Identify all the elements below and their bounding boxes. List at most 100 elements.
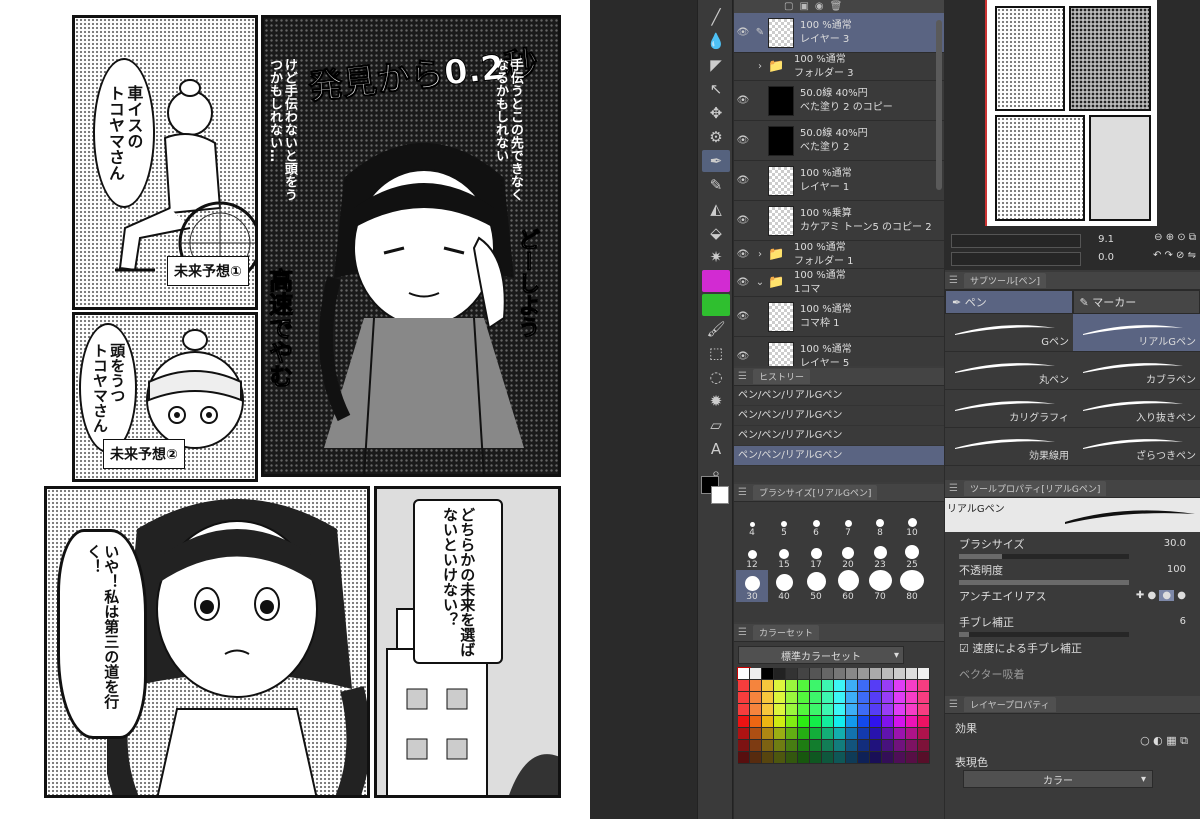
- color-swatch[interactable]: [834, 716, 846, 728]
- canvas-area[interactable]: 車イスの トコヤマさん 未来予想① 頭をうつ トコヤマさん 未来予想② 発見から…: [0, 0, 697, 819]
- color-swatch[interactable]: [810, 728, 822, 740]
- brush-size-option[interactable]: 15: [768, 538, 800, 570]
- color-swatch[interactable]: [774, 704, 786, 716]
- brush-size-option[interactable]: 20: [832, 538, 864, 570]
- tab-pen[interactable]: ✒ ペン: [945, 290, 1073, 314]
- color-swatch[interactable]: [906, 728, 918, 740]
- menu-icon[interactable]: ☰: [949, 699, 958, 710]
- color-swatch[interactable]: [894, 668, 906, 680]
- shape-icon[interactable]: ◤: [702, 54, 730, 76]
- color-swatch[interactable]: [870, 740, 882, 752]
- rotate-controls[interactable]: ↶ ↷ ⊘ ⇋: [1153, 250, 1196, 261]
- color-swatch[interactable]: [906, 752, 918, 764]
- color-swatch[interactable]: [798, 704, 810, 716]
- color-set-select[interactable]: 標準カラーセット ▾: [738, 646, 904, 664]
- color-swatch[interactable]: [786, 680, 798, 692]
- color-swatch[interactable]: [786, 716, 798, 728]
- opacity-bar[interactable]: [959, 580, 1129, 585]
- color-swatch[interactable]: [894, 740, 906, 752]
- opacity-row[interactable]: 不透明度 100: [945, 562, 1200, 588]
- layer-row[interactable]: 👁 100 %通常 コマ枠 1: [734, 297, 944, 337]
- brush-size-option[interactable]: 30: [736, 570, 768, 602]
- eye-icon[interactable]: 👁: [734, 277, 752, 288]
- subtool-item[interactable]: カブラペン: [1073, 352, 1200, 390]
- pen-icon[interactable]: ✒: [702, 150, 730, 172]
- subtool-item[interactable]: リアルGペン: [1073, 314, 1200, 352]
- color-swatch[interactable]: [798, 740, 810, 752]
- color-swatch[interactable]: [882, 692, 894, 704]
- color-swatch[interactable]: [786, 740, 798, 752]
- color-swatch[interactable]: [750, 692, 762, 704]
- eraser-icon[interactable]: ◭: [702, 198, 730, 220]
- menu-icon[interactable]: ☰: [738, 487, 747, 498]
- stabilization-row[interactable]: 手ブレ補正 6: [945, 614, 1200, 640]
- color-swatch[interactable]: [822, 680, 834, 692]
- brush-size-option[interactable]: 4: [736, 506, 768, 538]
- subtool-item[interactable]: カリグラフィ: [945, 390, 1073, 428]
- brush-size-option[interactable]: 7: [832, 506, 864, 538]
- eye-icon[interactable]: 👁: [734, 249, 752, 260]
- history-item[interactable]: ペン/ペン/リアルGペン: [734, 406, 944, 426]
- color-swatch[interactable]: [762, 692, 774, 704]
- color-swatch[interactable]: [894, 692, 906, 704]
- color-swatch[interactable]: [774, 752, 786, 764]
- color-mode-select[interactable]: カラー ▾: [963, 770, 1153, 788]
- color-swatch[interactable]: [870, 716, 882, 728]
- color-swatch[interactable]: [750, 716, 762, 728]
- color-set-tab[interactable]: カラーセット: [752, 625, 819, 640]
- color-swatch[interactable]: [810, 752, 822, 764]
- color-swatch[interactable]: [846, 728, 858, 740]
- color-swatch[interactable]: [834, 728, 846, 740]
- color-swatch[interactable]: [918, 704, 930, 716]
- color-swatch[interactable]: [858, 740, 870, 752]
- layer-row[interactable]: 👁›📁 100 %通常フォルダー 3: [734, 53, 944, 81]
- color-swatch[interactable]: [870, 752, 882, 764]
- brush-size-option[interactable]: 17: [800, 538, 832, 570]
- color-swatch[interactable]: [762, 680, 774, 692]
- color-swatch[interactable]: [738, 716, 750, 728]
- color-swatch[interactable]: [762, 704, 774, 716]
- eye-icon[interactable]: 👁: [734, 311, 752, 322]
- new-folder-icon[interactable]: ▣: [799, 1, 808, 12]
- color-swatch[interactable]: [774, 668, 786, 680]
- color-swatch[interactable]: [846, 752, 858, 764]
- folder-toggle-icon[interactable]: ›: [752, 61, 768, 72]
- brush-size-option[interactable]: 23: [864, 538, 896, 570]
- antialias-options[interactable]: ✚ ● ● ●: [1136, 590, 1186, 601]
- folder-toggle-icon[interactable]: ›: [752, 249, 768, 260]
- history-item[interactable]: ペン/ペン/リアルGペン: [734, 446, 944, 466]
- layer-scrollbar[interactable]: [936, 20, 942, 190]
- layer-row[interactable]: 👁 100 %乗算 カケアミ トーン5 のコピー 2: [734, 201, 944, 241]
- brush-size-option[interactable]: 80: [896, 570, 928, 602]
- tab-marker[interactable]: ✎ マーカー: [1072, 290, 1200, 314]
- color-swatch[interactable]: [738, 752, 750, 764]
- eye-icon[interactable]: 👁: [734, 61, 752, 72]
- color-swatch[interactable]: [918, 752, 930, 764]
- color-swatch[interactable]: [798, 668, 810, 680]
- folder-toggle-icon[interactable]: ⌄: [752, 277, 768, 288]
- color-swatch[interactable]: [774, 692, 786, 704]
- zoom-controls[interactable]: ⊖ ⊕ ⊙ ⧉: [1154, 232, 1196, 243]
- color-swatch[interactable]: [786, 704, 798, 716]
- layer-row[interactable]: 👁 50.0線 40%円 べた塗り 2 のコピー: [734, 81, 944, 121]
- brush-size-option[interactable]: 70: [864, 570, 896, 602]
- color-swatch[interactable]: [738, 740, 750, 752]
- rotate-slider[interactable]: [951, 252, 1081, 266]
- layer-row[interactable]: 👁 ⌄ 📁 100 %通常 1コマ: [734, 269, 944, 297]
- color-swatch[interactable]: [906, 716, 918, 728]
- operation-icon[interactable]: ⚙: [702, 126, 730, 148]
- brush-size-option[interactable]: 50: [800, 570, 832, 602]
- line-icon[interactable]: ╱: [702, 6, 730, 28]
- color-swatch[interactable]: [834, 740, 846, 752]
- color-swatch[interactable]: [738, 728, 750, 740]
- brush-icon[interactable]: 🖌: [702, 318, 730, 340]
- color-swatch[interactable]: [894, 704, 906, 716]
- color-swatch[interactable]: [918, 680, 930, 692]
- color-swatch[interactable]: [894, 716, 906, 728]
- fill-icon[interactable]: 💧: [702, 30, 730, 52]
- text-icon[interactable]: A: [702, 438, 730, 460]
- color-swatch[interactable]: [918, 716, 930, 728]
- color-swatch[interactable]: [918, 728, 930, 740]
- effect-buttons[interactable]: ○ ◐ ▦ ⧉: [1140, 734, 1188, 748]
- eye-icon[interactable]: 👁: [734, 27, 752, 38]
